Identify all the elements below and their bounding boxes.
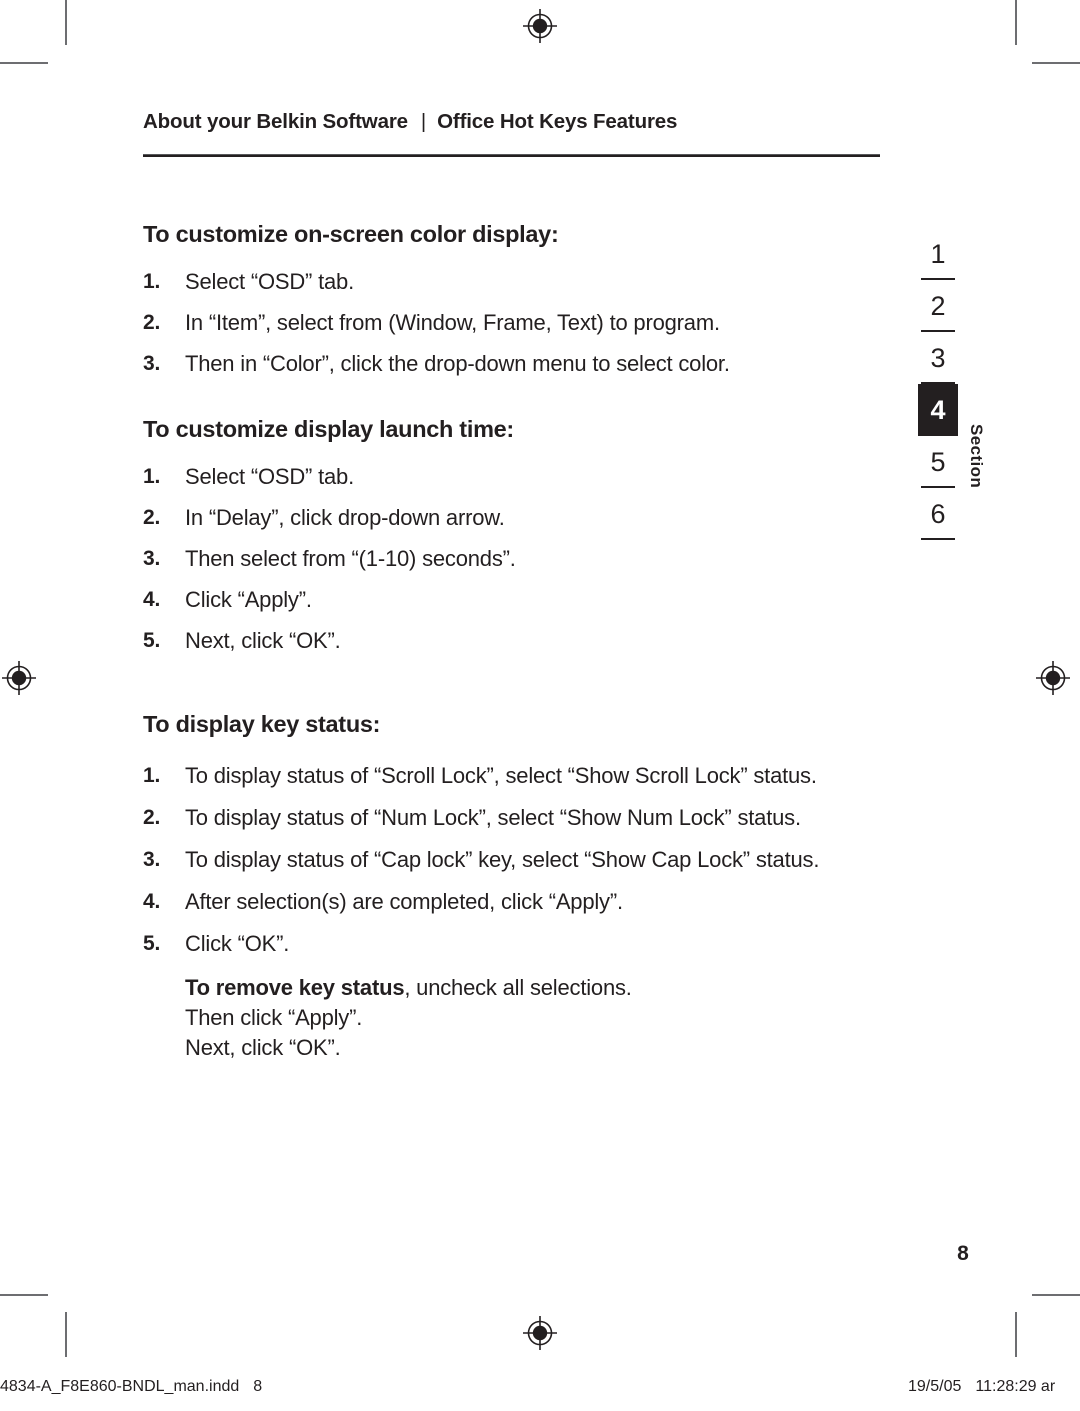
section-tab-divider bbox=[921, 538, 955, 540]
step-text: In “Delay”, click drop-down arrow. bbox=[185, 504, 505, 530]
list-item: 2. To display status of “Num Lock”, sele… bbox=[143, 803, 880, 833]
step-text: Select “OSD” tab. bbox=[185, 463, 354, 489]
step-text: Click “Apply”. bbox=[185, 586, 312, 612]
registration-mark-left bbox=[2, 661, 36, 695]
slug-file-info: 4834-A_F8E860-BNDL_man.indd 8 bbox=[0, 1378, 262, 1396]
step-number: 5. bbox=[143, 931, 161, 955]
step-text: To display status of “Num Lock”, select … bbox=[185, 804, 801, 830]
step-text: In “Item”, select from (Window, Frame, T… bbox=[185, 309, 720, 335]
list-item: 5. Next, click “OK”. bbox=[143, 626, 880, 656]
page-body: About your Belkin Software | Office Hot Ke… bbox=[143, 0, 1023, 1411]
step-number: 2. bbox=[143, 310, 161, 334]
step-number: 1. bbox=[143, 464, 161, 488]
list-item: 1. To display status of “Scroll Lock”, s… bbox=[143, 761, 880, 791]
section-tab-number: 4 bbox=[930, 394, 946, 425]
heading-display-key-status: To display key status: bbox=[143, 710, 381, 737]
steps-customize-launch-time: 1. Select “OSD” tab. 2. In “Delay”, clic… bbox=[143, 462, 880, 656]
step-number: 3. bbox=[143, 351, 161, 375]
section-tab-number: 2 bbox=[930, 290, 946, 321]
section-rail: 1 2 3 4 5 6 Section bbox=[918, 228, 986, 540]
list-item: 3. Then in “Color”, click the drop-down … bbox=[143, 349, 880, 379]
list-item: 4. Click “Apply”. bbox=[143, 585, 880, 615]
list-item: 5. Click “OK”. bbox=[143, 929, 880, 959]
step-text: Then select from “(1-10) seconds”. bbox=[185, 545, 516, 571]
list-item: 1. Select “OSD” tab. bbox=[143, 267, 880, 297]
step-number: 4. bbox=[143, 587, 161, 611]
slug-date: 19/5/05 bbox=[908, 1378, 962, 1395]
step-number: 4. bbox=[143, 889, 161, 913]
note-line-3: Next, click “OK”. bbox=[185, 1034, 341, 1060]
remove-key-status-note: To remove key status, uncheck all select… bbox=[143, 973, 880, 1063]
step-text: After selection(s) are completed, click … bbox=[185, 888, 623, 914]
heading-customize-launch-time: To customize display launch time: bbox=[143, 415, 514, 442]
header-separator: | bbox=[420, 110, 427, 133]
step-number: 2. bbox=[143, 805, 161, 829]
section-tab-number: 5 bbox=[930, 446, 946, 477]
slug-time: 11:28:29 ar bbox=[975, 1378, 1056, 1395]
running-header: About your Belkin Software | Office Hot Ke… bbox=[143, 110, 880, 157]
crop-mark-top-left-vertical bbox=[65, 0, 67, 45]
page-number: 8 bbox=[957, 1242, 969, 1265]
step-number: 2. bbox=[143, 505, 161, 529]
section-tab-1[interactable]: 1 bbox=[918, 228, 958, 280]
list-item: 2. In “Item”, select from (Window, Frame… bbox=[143, 308, 880, 338]
crop-mark-top-left-horizontal bbox=[0, 62, 48, 64]
slug-timestamp: 19/5/05 11:28:29 ar bbox=[908, 1378, 1055, 1396]
header-left-title: About your Belkin Software bbox=[143, 110, 408, 133]
step-number: 3. bbox=[143, 546, 161, 570]
crop-mark-bottom-left-vertical bbox=[65, 1312, 67, 1357]
crop-mark-bottom-left-horizontal bbox=[0, 1294, 48, 1296]
section-tab-6[interactable]: 6 bbox=[918, 488, 958, 540]
section-tab-number: 3 bbox=[930, 342, 946, 373]
list-item: 2. In “Delay”, click drop-down arrow. bbox=[143, 503, 880, 533]
slug-page-number: 8 bbox=[253, 1378, 263, 1395]
heading-customize-color-display: To customize on-screen color display: bbox=[143, 221, 559, 247]
crop-mark-top-right-horizontal bbox=[1032, 62, 1080, 64]
section-tab-4-active[interactable]: 4 bbox=[918, 384, 958, 436]
note-lead-rest: , uncheck all selections. bbox=[404, 974, 632, 1000]
note-bold-lead: To remove key status bbox=[185, 974, 405, 1000]
registration-mark-right bbox=[1036, 661, 1070, 695]
steps-customize-color-display: 1. Select “OSD” tab. 2. In “Item”, selec… bbox=[143, 267, 880, 379]
step-text: To display status of “Cap lock” key, sel… bbox=[185, 846, 820, 872]
step-number: 5. bbox=[143, 628, 161, 652]
step-number: 1. bbox=[143, 763, 161, 787]
slug-filename: 4834-A_F8E860-BNDL_man.indd bbox=[0, 1378, 240, 1395]
section-tab-number: 6 bbox=[930, 498, 946, 529]
step-text: Then in “Color”, click the drop-down men… bbox=[185, 350, 730, 376]
step-text: Click “OK”. bbox=[185, 930, 290, 956]
section-rail-label: Section bbox=[967, 424, 986, 489]
step-text: To display status of “Scroll Lock”, sele… bbox=[185, 762, 817, 788]
list-item: 3. Then select from “(1-10) seconds”. bbox=[143, 544, 880, 574]
section-tab-3[interactable]: 3 bbox=[918, 332, 958, 384]
list-item: 1. Select “OSD” tab. bbox=[143, 462, 880, 492]
steps-display-key-status: 1. To display status of “Scroll Lock”, s… bbox=[143, 761, 880, 959]
step-text: Next, click “OK”. bbox=[185, 627, 341, 653]
section-tab-number: 1 bbox=[930, 238, 946, 269]
step-number: 3. bbox=[143, 847, 161, 871]
step-number: 1. bbox=[143, 269, 161, 293]
header-rule bbox=[143, 154, 880, 157]
body-content: To customize on-screen color display: 1.… bbox=[143, 221, 880, 1063]
list-item: 4. After selection(s) are completed, cli… bbox=[143, 887, 880, 917]
list-item: 3. To display status of “Cap lock” key, … bbox=[143, 845, 880, 875]
section-tab-5[interactable]: 5 bbox=[918, 436, 958, 488]
header-right-title: Office Hot Keys Features bbox=[437, 110, 678, 133]
note-line-2: Then click “Apply”. bbox=[185, 1004, 363, 1030]
crop-mark-bottom-right-horizontal bbox=[1032, 1294, 1080, 1296]
section-tab-2[interactable]: 2 bbox=[918, 280, 958, 332]
step-text: Select “OSD” tab. bbox=[185, 268, 354, 294]
